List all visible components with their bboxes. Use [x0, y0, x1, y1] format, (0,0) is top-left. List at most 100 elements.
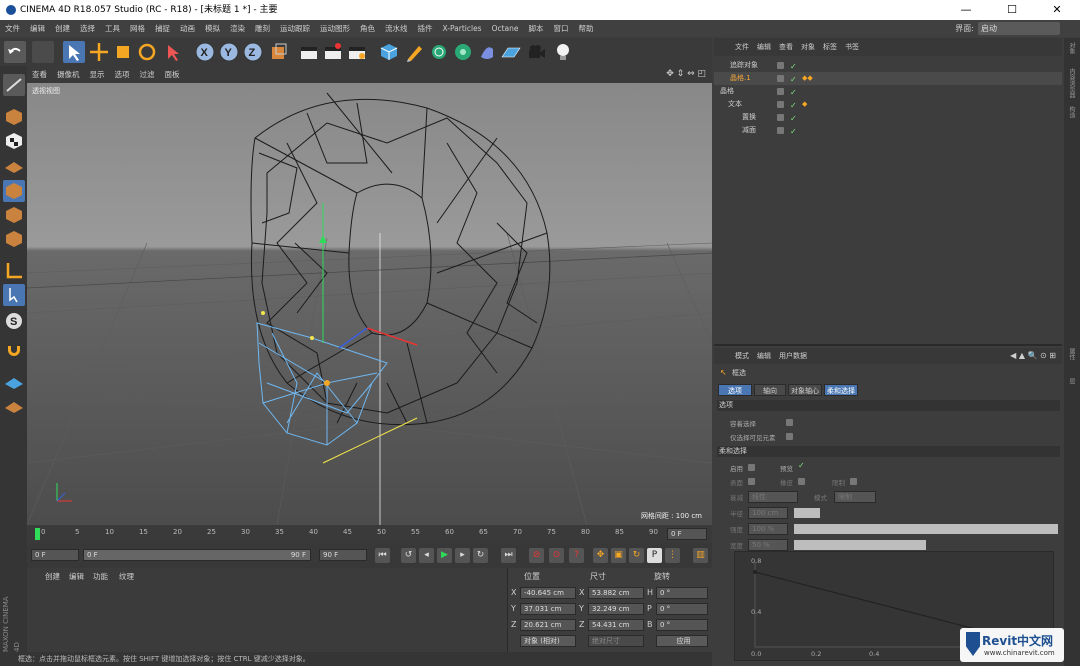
- workplane-lock-icon[interactable]: [3, 372, 25, 394]
- material-menu-create[interactable]: 创建: [45, 571, 60, 582]
- mode-dropdown[interactable]: 限制: [834, 491, 876, 503]
- z-axis-icon[interactable]: Z: [242, 41, 264, 63]
- points-mode-icon[interactable]: [3, 180, 25, 202]
- visibility-dot[interactable]: [777, 114, 784, 121]
- redo-icon[interactable]: [32, 41, 54, 63]
- size-z-field[interactable]: 54.431 cm: [588, 619, 644, 631]
- menu-help[interactable]: 帮助: [574, 20, 599, 37]
- tweak-icon[interactable]: [3, 284, 25, 306]
- render-region-icon[interactable]: [322, 41, 344, 63]
- tool-handle[interactable]: [324, 380, 330, 386]
- goto-end-icon[interactable]: ⏭: [501, 548, 516, 563]
- key-rotation-icon[interactable]: ↻: [629, 548, 644, 563]
- surface-checkbox[interactable]: [748, 478, 755, 485]
- size-y-field[interactable]: 32.249 cm: [588, 603, 644, 615]
- menu-pipeline[interactable]: 流水线: [380, 20, 413, 37]
- rotation-p-field[interactable]: 0 °: [656, 603, 708, 615]
- move-icon[interactable]: [88, 41, 110, 63]
- pen-icon[interactable]: [404, 41, 426, 63]
- position-z-field[interactable]: 20.621 cm: [520, 619, 576, 631]
- edges-mode-icon[interactable]: [3, 204, 25, 226]
- radius-field[interactable]: 100 cm: [748, 507, 788, 519]
- camera-icon[interactable]: [526, 41, 548, 63]
- size-x-field[interactable]: 53.882 cm: [588, 587, 644, 599]
- key-param-icon[interactable]: P: [647, 548, 662, 563]
- viewport-menu-filter[interactable]: 过滤: [135, 66, 160, 83]
- menu-simulate[interactable]: 模拟: [200, 20, 225, 37]
- tab-structure[interactable]: 构造: [1067, 106, 1076, 118]
- end-frame-field[interactable]: 90 F: [319, 549, 367, 561]
- preview-check-icon[interactable]: ✓: [798, 461, 805, 470]
- menu-animate[interactable]: 动画: [175, 20, 200, 37]
- menu-create[interactable]: 创建: [50, 20, 75, 37]
- polygons-mode-icon[interactable]: [3, 228, 25, 250]
- interface-dropdown[interactable]: 启动: [978, 22, 1060, 35]
- snap-icon[interactable]: S: [3, 310, 25, 332]
- cube-icon[interactable]: [378, 41, 400, 63]
- rotate-icon[interactable]: [136, 41, 158, 63]
- tab-layers[interactable]: 层: [1067, 378, 1076, 384]
- y-axis-icon[interactable]: Y: [218, 41, 240, 63]
- tab-soft-selection[interactable]: 柔和选择: [824, 384, 858, 396]
- obj-menu-edit[interactable]: 编辑: [753, 38, 775, 56]
- restrict-checkbox[interactable]: [850, 478, 857, 485]
- menu-motion-tracking[interactable]: 运动跟踪: [275, 20, 315, 37]
- menu-file[interactable]: 文件: [0, 20, 25, 37]
- key-scale-icon[interactable]: ▣: [611, 548, 626, 563]
- cloner-icon[interactable]: [452, 41, 474, 63]
- coordinate-system-icon[interactable]: [268, 41, 290, 63]
- object-row[interactable]: 减面 ✓: [714, 124, 1062, 137]
- object-row[interactable]: 追踪对象 ✓: [714, 59, 1062, 72]
- key-position-icon[interactable]: ✥: [593, 548, 608, 563]
- apply-button[interactable]: 应用: [656, 635, 708, 647]
- viewport-menu-panel[interactable]: 面板: [160, 66, 185, 83]
- viewport-menu-camera[interactable]: 摄像机: [52, 66, 85, 83]
- radius-slider[interactable]: [794, 508, 820, 518]
- attr-menu-edit[interactable]: 编辑: [753, 348, 775, 364]
- size-mode-dropdown[interactable]: 绝对尺寸: [588, 635, 644, 647]
- strength-slider[interactable]: [794, 524, 1058, 534]
- workplane-icon[interactable]: [3, 154, 25, 176]
- menu-sculpt[interactable]: 雕刻: [250, 20, 275, 37]
- keyframe-help-icon[interactable]: ?: [569, 548, 584, 563]
- tab-objects[interactable]: 对象: [1067, 42, 1076, 54]
- obj-menu-bookmarks[interactable]: 书签: [841, 38, 863, 56]
- menu-mograph[interactable]: 运动图形: [315, 20, 355, 37]
- obj-menu-tags[interactable]: 标签: [819, 38, 841, 56]
- position-x-field[interactable]: -40.645 cm: [520, 587, 576, 599]
- object-row[interactable]: 晶格.1 ✓ ◆◆: [714, 72, 1062, 85]
- render-view-icon[interactable]: [298, 41, 320, 63]
- floor-icon[interactable]: [500, 41, 522, 63]
- menu-render[interactable]: 渲染: [225, 20, 250, 37]
- live-select-icon[interactable]: [63, 41, 85, 63]
- attr-menu-mode[interactable]: 模式: [731, 348, 753, 364]
- magnet-icon[interactable]: [3, 342, 25, 364]
- object-row[interactable]: 文本 ✓ ◆: [714, 98, 1062, 111]
- viewport-menu-view[interactable]: 查看: [27, 66, 52, 83]
- undo-icon[interactable]: [4, 41, 26, 63]
- record-keys-icon[interactable]: ⊘: [529, 548, 544, 563]
- axis-mode-icon[interactable]: [3, 260, 25, 282]
- coord-mode-dropdown[interactable]: 对象 (相对): [520, 635, 576, 647]
- prev-frame-icon[interactable]: ◂: [419, 548, 434, 563]
- tag-icon[interactable]: ◆: [802, 98, 807, 111]
- deformer-icon[interactable]: [476, 41, 498, 63]
- goto-next-key-icon[interactable]: ↻: [473, 548, 488, 563]
- width-slider[interactable]: [794, 540, 926, 550]
- model-mode-icon[interactable]: [3, 106, 25, 128]
- material-menu-edit[interactable]: 编辑: [69, 571, 84, 582]
- rotation-b-field[interactable]: 0 °: [656, 619, 708, 631]
- material-menu-texture[interactable]: 纹理: [119, 571, 134, 582]
- tab-axis[interactable]: 轴向: [754, 384, 786, 396]
- obj-menu-objects[interactable]: 对象: [797, 38, 819, 56]
- current-frame-field[interactable]: 0 F: [667, 528, 707, 540]
- attr-menu-userdata[interactable]: 用户数据: [775, 348, 811, 364]
- texture-mode-icon[interactable]: [3, 130, 25, 152]
- light-icon[interactable]: [552, 41, 574, 63]
- timeline-playhead[interactable]: [35, 528, 40, 540]
- falloff-dropdown[interactable]: 线性: [748, 491, 798, 503]
- minimize-button[interactable]: —: [943, 0, 989, 20]
- tag-icon[interactable]: ◆◆: [802, 72, 813, 85]
- scale-icon[interactable]: [112, 41, 134, 63]
- x-axis-icon[interactable]: X: [194, 41, 216, 63]
